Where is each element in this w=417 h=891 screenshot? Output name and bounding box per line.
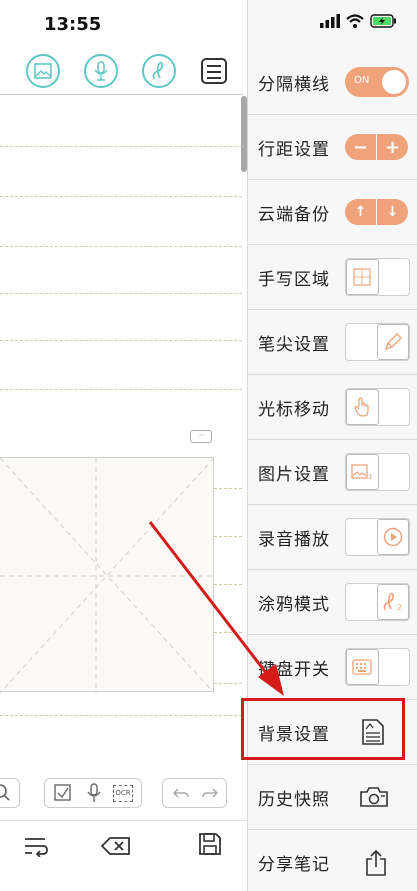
audio-playback-toggle[interactable] — [345, 518, 410, 556]
undo-redo-group — [162, 778, 227, 808]
handwriting-area-toggle[interactable] — [345, 258, 410, 296]
bottom-toolbar — [0, 820, 247, 891]
grid-icon — [353, 268, 371, 286]
search-icon — [0, 784, 10, 801]
download-backup-button[interactable]: ↓ — [377, 199, 408, 225]
setting-label: 历史快照 — [258, 789, 330, 810]
setting-label: 录音播放 — [258, 529, 330, 550]
note-rule-line — [0, 715, 242, 716]
setting-label: 行距设置 — [258, 139, 330, 160]
note-rule-line — [0, 196, 242, 197]
keyboard-icon — [352, 659, 372, 675]
image-setting-toggle[interactable]: 1 — [345, 453, 410, 491]
note-rule-line — [0, 293, 242, 294]
insert-image-button[interactable] — [26, 54, 60, 88]
menu-icon — [207, 65, 221, 67]
status-time: 13:55 — [44, 14, 102, 35]
doodle-mode-toggle[interactable]: 2 — [345, 583, 410, 621]
setting-label: 分隔横线 — [258, 74, 330, 95]
note-rule-line — [0, 246, 242, 247]
handwriting-icon — [152, 61, 163, 80]
separator-line-toggle[interactable]: ON — [345, 67, 409, 97]
camera-icon[interactable] — [359, 786, 389, 808]
setting-label: 云端备份 — [258, 204, 330, 225]
handwriting-icon: 2 — [383, 592, 402, 612]
play-icon — [383, 527, 402, 547]
setting-cloud-backup: 云端备份 ↑ ↓ — [248, 180, 417, 245]
image-icon — [34, 63, 52, 79]
setting-label: 笔尖设置 — [258, 334, 330, 355]
toolbar-divider — [0, 94, 243, 95]
ocr-icon[interactable]: OCR — [113, 785, 133, 802]
undo-icon[interactable] — [172, 787, 190, 801]
image-icon: 1 — [351, 464, 373, 480]
decrease-spacing-button[interactable]: − — [345, 134, 376, 160]
setting-handwriting-area: 手写区域 — [248, 245, 417, 310]
signal-icon — [320, 14, 340, 28]
input-toolbar: OCR — [0, 776, 243, 814]
setting-line-spacing: 行距设置 − + — [248, 115, 417, 180]
handwriting-grid — [0, 458, 214, 693]
setting-keyboard-switch: 键盘开关 — [248, 635, 417, 700]
setting-doodle-mode: 涂鸦模式 2 — [248, 570, 417, 635]
search-button[interactable] — [0, 778, 20, 808]
upload-backup-button[interactable]: ↑ — [345, 199, 376, 225]
setting-pen-tip: 笔尖设置 — [248, 310, 417, 375]
wifi-icon — [346, 14, 364, 28]
setting-label: 手写区域 — [258, 269, 330, 290]
setting-label: 图片设置 — [258, 464, 330, 485]
insert-tools-group: OCR — [44, 778, 142, 808]
microphone-icon[interactable] — [87, 783, 101, 803]
handwriting-button[interactable] — [142, 54, 176, 88]
cursor-move-toggle[interactable] — [345, 388, 410, 426]
setting-audio-playback: 录音播放 — [248, 505, 417, 570]
note-editor: 13:55 ··· OCR — [0, 0, 248, 891]
svg-text:1: 1 — [368, 473, 372, 480]
note-rule-line — [0, 340, 242, 341]
handwriting-area[interactable] — [0, 457, 214, 693]
menu-button[interactable] — [201, 58, 227, 84]
svg-text:2: 2 — [397, 603, 402, 612]
share-icon[interactable] — [365, 849, 387, 877]
cloud-backup-controls: ↑ ↓ — [345, 199, 408, 225]
hand-pointer-icon — [354, 397, 369, 417]
microphone-icon — [94, 61, 108, 81]
newline-icon[interactable] — [23, 835, 49, 857]
setting-separator-line: 分隔横线 ON — [248, 50, 417, 115]
backspace-icon[interactable] — [101, 836, 131, 856]
setting-history-snapshot[interactable]: 历史快照 — [248, 765, 417, 830]
setting-share-note[interactable]: 分享笔记 — [248, 830, 417, 891]
highlight-box — [241, 698, 405, 760]
status-icons — [320, 14, 397, 28]
keyboard-toggle[interactable] — [345, 648, 410, 686]
scrollbar[interactable] — [241, 96, 247, 172]
line-spacing-stepper: − + — [345, 134, 408, 160]
setting-cursor-move: 光标移动 — [248, 375, 417, 440]
setting-label: 分享笔记 — [258, 855, 330, 875]
more-button[interactable]: ··· — [190, 430, 212, 443]
redo-icon[interactable] — [201, 787, 219, 801]
setting-image: 图片设置 1 — [248, 440, 417, 505]
increase-spacing-button[interactable]: + — [377, 134, 408, 160]
setting-label: 键盘开关 — [258, 659, 330, 680]
pencil-icon — [384, 333, 402, 351]
checkbox-icon[interactable] — [54, 784, 72, 802]
setting-label: 光标移动 — [258, 399, 330, 420]
record-audio-button[interactable] — [84, 54, 118, 88]
note-rule-line — [0, 389, 242, 390]
setting-label: 涂鸦模式 — [258, 594, 330, 615]
save-icon[interactable] — [198, 832, 222, 856]
pen-tip-toggle[interactable] — [345, 323, 410, 361]
battery-icon — [370, 14, 396, 28]
note-rule-line — [0, 146, 242, 147]
